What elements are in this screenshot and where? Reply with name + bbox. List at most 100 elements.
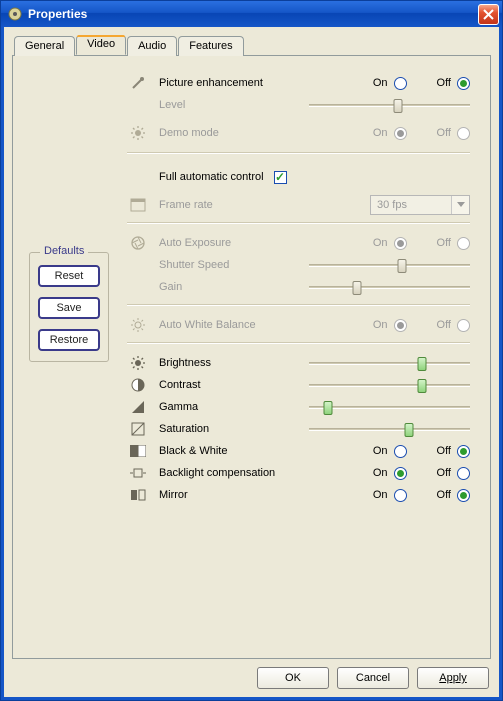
tab-panel-video: Defaults Reset Save Restore Picture enha…	[12, 55, 491, 659]
row-gamma: Gamma	[127, 396, 470, 418]
slider-level	[309, 98, 470, 112]
titlebar: Properties	[1, 1, 502, 27]
slider-gamma[interactable]	[309, 400, 470, 414]
row-auto-wb: Auto White Balance On Off	[127, 314, 470, 336]
label-contrast: Contrast	[159, 379, 299, 391]
aperture-icon	[127, 235, 149, 251]
checkbox-full-auto[interactable]: ✓	[274, 171, 287, 184]
radio-group-auto-exposure: On Off	[309, 237, 470, 250]
divider-ae	[127, 304, 470, 306]
label-gamma: Gamma	[159, 401, 299, 413]
row-contrast: Contrast	[127, 374, 470, 396]
combo-frame-rate: 30 fps	[370, 195, 470, 215]
mirror-icon	[127, 489, 149, 501]
sun-outline-icon	[127, 317, 149, 333]
sun-icon	[127, 125, 149, 141]
label-shutter-speed: Shutter Speed	[159, 259, 299, 271]
defaults-legend: Defaults	[40, 245, 88, 257]
tab-video[interactable]: Video	[76, 35, 126, 55]
radio-group-backlight: On Off	[309, 467, 470, 480]
radio-mirror-off[interactable]	[457, 489, 470, 502]
row-black-white: Black & White On Off	[127, 440, 470, 462]
reset-button[interactable]: Reset	[38, 265, 100, 287]
radio-group-picture-enhancement: On Off	[309, 77, 470, 90]
client-area: General Video Audio Features Defaults Re…	[1, 27, 502, 700]
radio-group-mirror: On Off	[309, 489, 470, 502]
row-brightness: Brightness	[127, 352, 470, 374]
radio-ae-off	[457, 237, 470, 250]
label-demo-mode: Demo mode	[159, 127, 299, 139]
ok-button[interactable]: OK	[257, 667, 329, 689]
label-full-auto: Full automatic control	[159, 171, 264, 183]
row-gain: Gain	[127, 276, 470, 298]
label-level: Level	[159, 99, 299, 111]
radio-demo-on	[394, 127, 407, 140]
properties-window: Properties General Video Audio Features …	[0, 0, 503, 701]
label-mirror: Mirror	[159, 489, 299, 501]
slider-brightness[interactable]	[309, 356, 470, 370]
tab-features[interactable]: Features	[178, 36, 243, 56]
radio-group-demo-mode: On Off	[309, 127, 470, 140]
radio-picture-off[interactable]	[457, 77, 470, 90]
label-auto-wb: Auto White Balance	[159, 319, 299, 331]
radio-awb-off	[457, 319, 470, 332]
dialog-buttonbar: OK Cancel Apply	[12, 659, 491, 689]
slider-saturation[interactable]	[309, 422, 470, 436]
radio-backlight-on[interactable]	[394, 467, 407, 480]
row-shutter-speed: Shutter Speed	[127, 254, 470, 276]
tab-audio[interactable]: Audio	[127, 36, 177, 56]
label-picture-enhancement: Picture enhancement	[159, 77, 299, 89]
radio-bw-off[interactable]	[457, 445, 470, 458]
row-saturation: Saturation	[127, 418, 470, 440]
backlight-icon	[127, 466, 149, 480]
label-frame-rate: Frame rate	[159, 199, 299, 211]
radio-ae-on	[394, 237, 407, 250]
apply-button[interactable]: Apply	[417, 667, 489, 689]
brightness-icon	[127, 355, 149, 371]
save-button[interactable]: Save	[38, 297, 100, 319]
app-icon	[7, 6, 23, 22]
wand-icon	[127, 75, 149, 91]
label-on: On	[373, 77, 388, 89]
cancel-button[interactable]: Cancel	[337, 667, 409, 689]
chevron-down-icon	[451, 196, 469, 214]
restore-button[interactable]: Restore	[38, 329, 100, 351]
tab-general[interactable]: General	[14, 36, 75, 56]
radio-demo-off	[457, 127, 470, 140]
radio-backlight-off[interactable]	[457, 467, 470, 480]
framerate-icon	[127, 198, 149, 212]
row-backlight: Backlight compensation On Off	[127, 462, 470, 484]
row-level: Level	[127, 94, 470, 116]
saturation-icon	[127, 422, 149, 436]
radio-group-bw: On Off	[309, 445, 470, 458]
label-auto-exposure: Auto Exposure	[159, 237, 299, 249]
radio-group-auto-wb: On Off	[309, 319, 470, 332]
divider-fr	[127, 222, 470, 224]
radio-picture-on[interactable]	[394, 77, 407, 90]
divider-awb	[127, 342, 470, 344]
row-full-auto: Full automatic control ✓	[127, 166, 470, 188]
label-brightness: Brightness	[159, 357, 299, 369]
right-column: Picture enhancement On Off Level	[127, 72, 474, 648]
gamma-icon	[127, 400, 149, 414]
close-button[interactable]	[478, 4, 499, 25]
left-column: Defaults Reset Save Restore	[29, 72, 109, 648]
tabstrip: General Video Audio Features	[14, 35, 491, 55]
label-bw: Black & White	[159, 445, 299, 457]
contrast-icon	[127, 378, 149, 392]
label-saturation: Saturation	[159, 423, 299, 435]
radio-bw-on[interactable]	[394, 445, 407, 458]
slider-gain	[309, 280, 470, 294]
defaults-group: Defaults Reset Save Restore	[29, 252, 109, 362]
label-backlight: Backlight compensation	[159, 467, 299, 479]
row-frame-rate: Frame rate 30 fps	[127, 194, 470, 216]
row-demo-mode: Demo mode On Off	[127, 122, 470, 144]
slider-contrast[interactable]	[309, 378, 470, 392]
row-auto-exposure: Auto Exposure On Off	[127, 232, 470, 254]
bw-icon	[127, 445, 149, 457]
window-title: Properties	[28, 7, 478, 21]
radio-mirror-on[interactable]	[394, 489, 407, 502]
row-mirror: Mirror On Off	[127, 484, 470, 506]
label-gain: Gain	[159, 281, 299, 293]
label-off: Off	[437, 77, 451, 89]
